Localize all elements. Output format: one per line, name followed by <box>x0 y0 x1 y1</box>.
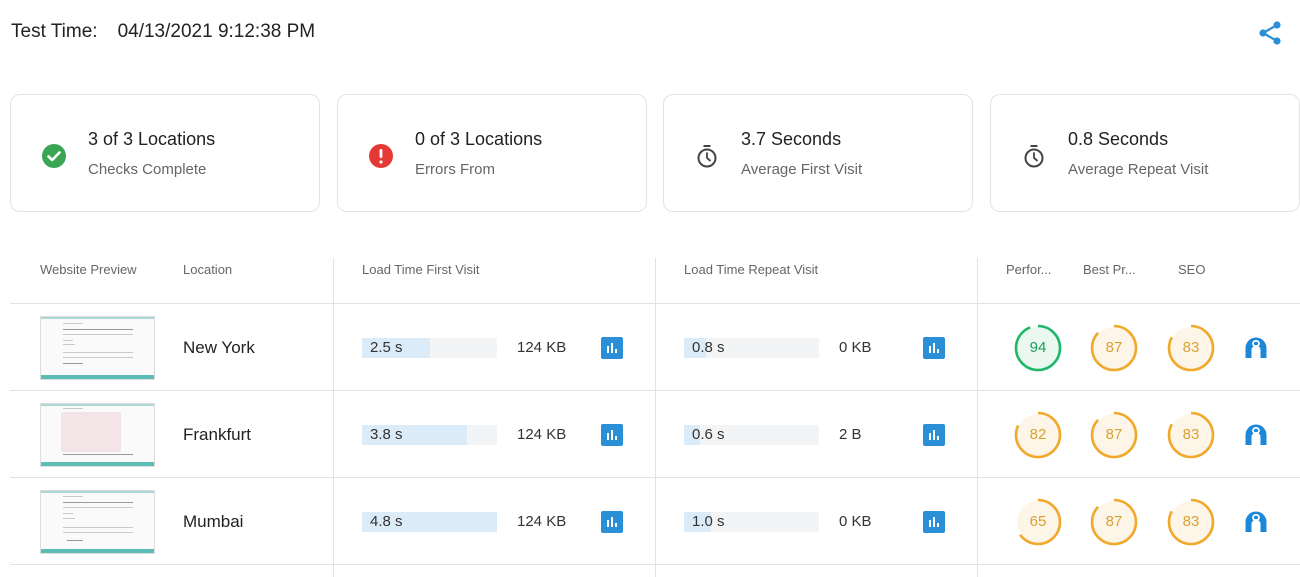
repeat-visit-chart-button[interactable] <box>923 424 945 446</box>
bar-chart-icon <box>929 430 939 440</box>
summary-cards: 3 of 3 Locations Checks Complete 0 of 3 … <box>10 94 1300 212</box>
table-row: Mumbai 4.8 s 124 KB 1.0 s 0 KB 65 87 83 <box>10 478 1300 565</box>
card-title: 3.7 Seconds <box>741 129 842 149</box>
card-subtitle: Errors From <box>415 161 495 178</box>
share-button[interactable] <box>1256 19 1284 47</box>
seo-score-gauge[interactable]: 83 <box>1167 498 1215 546</box>
repeat-visit-time: 1.0 s <box>692 513 725 530</box>
header-best-practices[interactable]: Best Pr... <box>1083 262 1136 277</box>
check-circle-icon <box>42 144 66 168</box>
first-visit-chart-button[interactable] <box>601 337 623 359</box>
card-subtitle: Average Repeat Visit <box>1068 161 1209 178</box>
repeat-visit-bar: 0.8 s <box>684 338 819 358</box>
score-value: 87 <box>1105 426 1123 443</box>
accessibility-report-button[interactable] <box>1244 510 1268 534</box>
header-repeat-visit[interactable]: Load Time Repeat Visit <box>684 262 818 277</box>
accessibility-icon <box>1245 337 1267 358</box>
test-time-header: Test Time: 04/13/2021 9:12:38 PM <box>11 18 315 46</box>
header-seo[interactable]: SEO <box>1178 262 1205 277</box>
summary-card-first-visit: 3.7 Seconds Average First Visit <box>663 94 973 212</box>
score-value: 83 <box>1182 339 1200 356</box>
repeat-visit-bar: 1.0 s <box>684 512 819 532</box>
first-visit-time: 2.5 s <box>370 339 403 356</box>
performance-score-gauge[interactable]: 94 <box>1014 324 1062 372</box>
website-preview-thumbnail[interactable] <box>40 490 155 554</box>
repeat-visit-time: 0.8 s <box>692 339 725 356</box>
score-value: 87 <box>1105 339 1123 356</box>
summary-card-errors: 0 of 3 Locations Errors From <box>337 94 647 212</box>
first-visit-bar: 4.8 s <box>362 512 497 532</box>
first-visit-size: 124 KB <box>517 513 567 530</box>
header-website-preview[interactable]: Website Preview <box>40 262 137 277</box>
performance-score-gauge[interactable]: 82 <box>1014 411 1062 459</box>
test-time-value: 04/13/2021 9:12:38 PM <box>117 21 316 42</box>
seo-score-gauge[interactable]: 83 <box>1167 324 1215 372</box>
score-value: 82 <box>1029 426 1047 443</box>
summary-card-checks: 3 of 3 Locations Checks Complete <box>10 94 320 212</box>
accessibility-report-button[interactable] <box>1244 423 1268 447</box>
website-preview-thumbnail[interactable] <box>40 403 155 467</box>
seo-score-gauge[interactable]: 83 <box>1167 411 1215 459</box>
stopwatch-icon <box>1024 145 1044 168</box>
results-table: Website Preview Location Load Time First… <box>10 244 1300 577</box>
bar-chart-icon <box>929 343 939 353</box>
first-visit-size: 124 KB <box>517 426 567 443</box>
repeat-visit-chart-button[interactable] <box>923 337 945 359</box>
card-title: 3 of 3 Locations <box>88 129 216 149</box>
bar-chart-icon <box>607 430 617 440</box>
bar-chart-icon <box>607 517 617 527</box>
table-row: New York 2.5 s 124 KB 0.8 s 0 KB 94 87 8… <box>10 304 1300 391</box>
first-visit-time: 4.8 s <box>370 513 403 530</box>
card-subtitle: Average First Visit <box>741 161 863 178</box>
first-visit-chart-button[interactable] <box>601 511 623 533</box>
repeat-visit-chart-button[interactable] <box>923 511 945 533</box>
accessibility-report-button[interactable] <box>1244 336 1268 360</box>
location-name: New York <box>183 338 255 357</box>
website-preview-thumbnail[interactable] <box>40 316 155 380</box>
header-location[interactable]: Location <box>183 262 232 277</box>
repeat-visit-size: 0 KB <box>839 339 872 356</box>
header-first-visit[interactable]: Load Time First Visit <box>362 262 480 277</box>
first-visit-bar: 3.8 s <box>362 425 497 445</box>
first-visit-size: 124 KB <box>517 339 567 356</box>
first-visit-chart-button[interactable] <box>601 424 623 446</box>
first-visit-time: 3.8 s <box>370 426 403 443</box>
score-value: 83 <box>1182 513 1200 530</box>
card-subtitle: Checks Complete <box>88 161 207 178</box>
accessibility-icon <box>1245 511 1267 532</box>
table-row: Frankfurt 3.8 s 124 KB 0.6 s 2 B 82 87 8… <box>10 391 1300 478</box>
score-value: 83 <box>1182 426 1200 443</box>
repeat-visit-bar: 0.6 s <box>684 425 819 445</box>
card-title: 0.8 Seconds <box>1068 129 1169 149</box>
repeat-visit-size: 0 KB <box>839 513 872 530</box>
best-practices-score-gauge[interactable]: 87 <box>1090 498 1138 546</box>
location-name: Mumbai <box>183 512 244 531</box>
share-icon <box>1259 21 1281 45</box>
summary-card-repeat-visit: 0.8 Seconds Average Repeat Visit <box>990 94 1300 212</box>
accessibility-icon <box>1245 424 1267 445</box>
stopwatch-icon <box>697 145 717 168</box>
repeat-visit-time: 0.6 s <box>692 426 725 443</box>
score-value: 65 <box>1029 513 1047 530</box>
card-title: 0 of 3 Locations <box>415 129 543 149</box>
repeat-visit-size: 2 B <box>839 426 862 443</box>
bar-chart-icon <box>607 343 617 353</box>
first-visit-bar: 2.5 s <box>362 338 497 358</box>
performance-score-gauge[interactable]: 65 <box>1014 498 1062 546</box>
best-practices-score-gauge[interactable]: 87 <box>1090 411 1138 459</box>
header-performance[interactable]: Perfor... <box>1006 262 1052 277</box>
location-name: Frankfurt <box>183 425 252 444</box>
test-time-label: Test Time: <box>11 21 98 42</box>
score-value: 94 <box>1029 339 1047 356</box>
error-circle-icon <box>369 144 393 168</box>
bar-chart-icon <box>929 517 939 527</box>
score-value: 87 <box>1105 513 1123 530</box>
best-practices-score-gauge[interactable]: 87 <box>1090 324 1138 372</box>
